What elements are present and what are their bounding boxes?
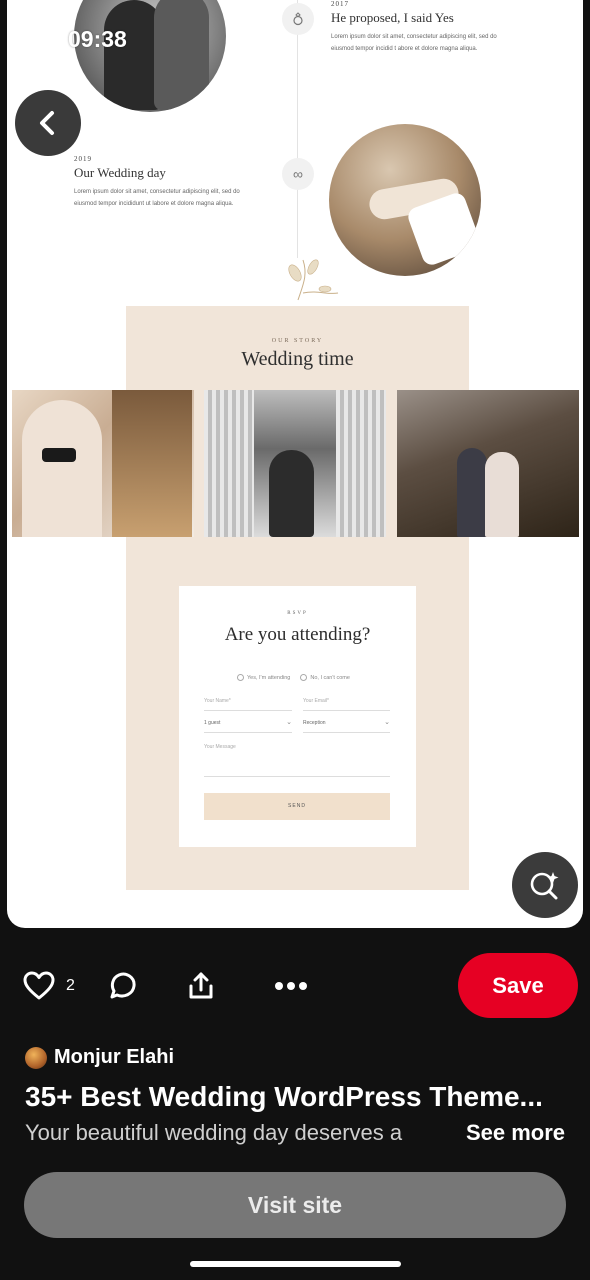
groom-bride-photo [12,390,194,537]
ellipsis-icon [275,982,307,990]
pin-description-row: Your beautiful wedding day deserves a Se… [25,1120,570,1150]
ring-icon [282,3,314,35]
visual-search-button[interactable] [512,852,578,918]
radio-yes-label: Yes, I'm attending [247,674,291,681]
timeline-body-2: Lorem ipsum dolor sit amet, consectetur … [74,189,240,207]
radio-no-label: No, I can't come [310,674,350,681]
rsvp-form: RSVP Are you attending? Yes, I'm attendi… [179,586,416,847]
chevron-left-icon [40,111,54,135]
leaf-ornament-icon [288,259,339,301]
attendance-options: Yes, I'm attending No, I can't come [237,674,350,681]
timeline-line [297,0,298,258]
rsvp-heading: Are you attending? [224,624,371,645]
pin-title: 35+ Best Wedding WordPress Theme... [25,1081,543,1112]
save-button[interactable]: Save [458,953,578,1018]
bride-window-photo [204,390,386,537]
comment-button[interactable] [105,969,139,1003]
rsvp-kicker: RSVP [287,611,308,616]
event-select[interactable]: Reception [303,718,390,733]
story-heading: Wedding time [241,348,354,370]
like-button[interactable] [22,969,56,1003]
couple-photo-circle [74,0,226,112]
pin-image[interactable]: 2017 He proposed, I said Yes Lorem ipsum… [7,0,583,928]
heart-icon [23,971,55,1000]
timeline-year-1: 2017 [331,0,349,8]
like-count: 2 [66,977,75,994]
infinity-icon: ∞ [282,158,314,190]
visit-site-button[interactable]: Visit site [24,1172,566,1238]
author-name: Monjur Elahi [54,1046,174,1068]
send-button[interactable]: SEND [204,793,390,820]
timeline-title-1: He proposed, I said Yes [331,10,454,25]
guests-select[interactable]: 1 guest [204,718,292,733]
lens-sparkle-icon [530,872,559,900]
couple-mountain-photo [397,390,579,537]
comment-icon [110,972,136,999]
timeline-body-1: Lorem ipsum dolor sit amet, consectetur … [331,34,497,52]
share-button[interactable] [184,969,218,1003]
radio-yes[interactable]: Yes, I'm attending [237,674,290,681]
timeline-year-2: 2019 [74,155,92,163]
more-options-button[interactable] [272,976,310,996]
pin-description: Your beautiful wedding day deserves a [25,1120,403,1145]
home-indicator[interactable] [190,1261,401,1267]
avatar [25,1046,47,1069]
ring-exchange-photo-circle [329,124,481,276]
story-kicker: OUR STORY [271,338,324,344]
name-field[interactable]: Your Name* [204,698,292,711]
status-time: 09:38 [68,26,127,52]
radio-no[interactable]: No, I can't come [300,674,350,681]
email-field[interactable]: Your Email* [303,698,390,711]
timeline-title-2: Our Wedding day [74,165,166,180]
message-field[interactable]: Your Message [204,744,390,777]
author-link[interactable]: Monjur Elahi [25,1046,174,1069]
back-button[interactable] [15,90,81,156]
share-icon [189,972,213,999]
see-more-link[interactable]: See more [466,1120,565,1146]
